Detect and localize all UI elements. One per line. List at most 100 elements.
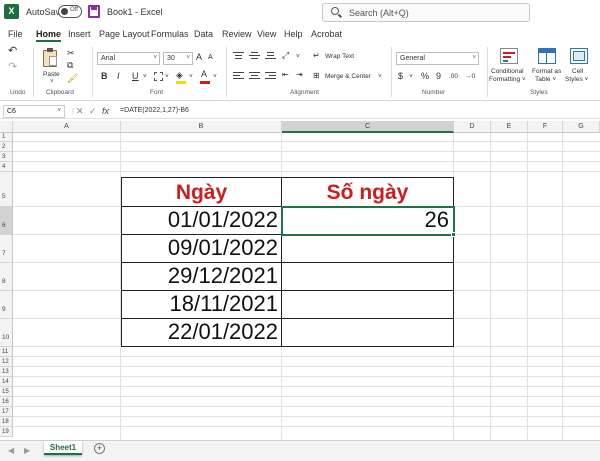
currency-button[interactable]: $: [398, 70, 403, 82]
header-cell-days[interactable]: Số ngày: [281, 177, 454, 207]
days-cell[interactable]: [281, 290, 454, 319]
undo-icon[interactable]: ↶: [8, 45, 17, 57]
chevron-down-icon[interactable]: ˅: [143, 72, 147, 81]
row-header[interactable]: 18: [0, 417, 13, 427]
align-center-icon[interactable]: [249, 71, 260, 81]
row-header[interactable]: 8: [0, 263, 13, 291]
prev-sheet-icon[interactable]: ◀: [8, 446, 14, 455]
days-cell[interactable]: [281, 318, 454, 347]
align-bottom-icon[interactable]: [265, 51, 276, 61]
tab-page-layout[interactable]: Page Layout: [99, 29, 150, 39]
font-name-select[interactable]: Arial ˅: [97, 52, 160, 65]
row-header[interactable]: 6: [0, 207, 13, 235]
tab-data[interactable]: Data: [194, 29, 213, 39]
orientation-icon[interactable]: ⤢: [282, 49, 289, 61]
row-header[interactable]: 14: [0, 377, 13, 387]
borders-icon[interactable]: [154, 72, 163, 81]
cell-styles-icon[interactable]: [570, 48, 588, 64]
percent-button[interactable]: %: [421, 70, 429, 82]
font-size-select[interactable]: 30 ˅: [163, 52, 193, 65]
row-header[interactable]: 10: [0, 319, 13, 347]
grow-font-icon[interactable]: A: [196, 51, 202, 63]
chevron-down-icon[interactable]: ˅: [378, 72, 382, 81]
number-format-select[interactable]: General ˅: [396, 52, 479, 65]
format-as-table-icon[interactable]: [538, 48, 556, 64]
date-cell[interactable]: 01/01/2022: [121, 206, 282, 235]
paste-dropdown-icon[interactable]: ˅: [50, 78, 54, 87]
tab-insert[interactable]: Insert: [68, 29, 91, 39]
days-cell[interactable]: [281, 234, 454, 263]
decrease-decimal-button[interactable]: →0: [465, 72, 475, 81]
insert-function-icon[interactable]: fx: [102, 106, 109, 116]
tab-home[interactable]: Home: [36, 29, 62, 42]
date-cell[interactable]: 29/12/2021: [121, 262, 282, 291]
bold-button[interactable]: B: [101, 70, 108, 82]
increase-decimal-button[interactable]: .00: [449, 72, 458, 81]
tab-review[interactable]: Review: [222, 29, 252, 39]
row-header[interactable]: 1: [0, 133, 13, 142]
row-header[interactable]: 11: [0, 347, 13, 357]
comma-style-button[interactable]: 9: [436, 70, 441, 82]
paste-icon[interactable]: [43, 48, 57, 67]
merge-center-icon[interactable]: ⊞: [313, 70, 320, 82]
row-header[interactable]: 2: [0, 142, 13, 152]
conditional-formatting-icon[interactable]: [500, 48, 518, 64]
row-header[interactable]: 5: [0, 172, 13, 207]
days-cell[interactable]: [281, 262, 454, 291]
font-color-icon[interactable]: A: [201, 68, 207, 80]
conditional-formatting-line2[interactable]: Formatting ˅: [489, 75, 526, 84]
wrap-text-button[interactable]: Wrap Text: [325, 52, 354, 61]
align-left-icon[interactable]: [233, 71, 244, 81]
chevron-down-icon[interactable]: ˅: [409, 72, 413, 81]
shrink-font-icon[interactable]: A: [208, 52, 213, 64]
copy-icon[interactable]: ⧉: [67, 59, 73, 71]
row-header[interactable]: 19: [0, 427, 13, 437]
row-header[interactable]: 4: [0, 162, 13, 172]
sheet-tab-sheet1[interactable]: Sheet1: [44, 441, 82, 455]
tab-formulas[interactable]: Formulas: [151, 29, 189, 39]
date-cell[interactable]: 09/01/2022: [121, 234, 282, 263]
wrap-text-icon[interactable]: ↵: [313, 50, 320, 62]
italic-button[interactable]: I: [117, 70, 120, 82]
row-header[interactable]: 15: [0, 387, 13, 397]
align-top-icon[interactable]: [233, 51, 244, 61]
row-header[interactable]: 12: [0, 357, 13, 367]
formula-input[interactable]: =DATE(2022,1,27)-B6: [120, 107, 189, 114]
row-header[interactable]: 3: [0, 152, 13, 162]
row-header[interactable]: 13: [0, 367, 13, 377]
column-header-d[interactable]: D: [454, 121, 491, 133]
tab-acrobat[interactable]: Acrobat: [311, 29, 342, 39]
tab-file[interactable]: File: [8, 29, 23, 39]
fill-handle[interactable]: [451, 232, 456, 237]
chevron-down-icon[interactable]: ˅: [189, 72, 193, 81]
merge-center-button[interactable]: Merge & Center: [325, 72, 371, 81]
tab-help[interactable]: Help: [284, 29, 303, 39]
cancel-icon[interactable]: ✕: [76, 106, 84, 117]
underline-button[interactable]: U: [132, 70, 139, 82]
chevron-down-icon[interactable]: ˅: [296, 52, 300, 61]
save-icon[interactable]: [88, 5, 100, 18]
column-header-g[interactable]: G: [563, 121, 600, 133]
add-sheet-icon[interactable]: +: [94, 443, 105, 454]
format-as-table-line2[interactable]: Table ˅: [535, 75, 556, 84]
row-header[interactable]: 17: [0, 407, 13, 417]
increase-indent-icon[interactable]: ⇥: [296, 69, 303, 81]
decrease-indent-icon[interactable]: ⇤: [282, 69, 289, 81]
row-header[interactable]: 9: [0, 291, 13, 319]
format-painter-icon[interactable]: 🖌: [67, 72, 78, 84]
align-right-icon[interactable]: [265, 71, 276, 81]
row-header[interactable]: 7: [0, 235, 13, 263]
date-cell[interactable]: 18/11/2021: [121, 290, 282, 319]
cut-icon[interactable]: ✂: [67, 47, 75, 59]
next-sheet-icon[interactable]: ▶: [24, 446, 30, 455]
column-header-b[interactable]: B: [121, 121, 282, 133]
header-cell-date[interactable]: Ngày: [121, 177, 282, 207]
chevron-down-icon[interactable]: ˅: [213, 72, 217, 81]
column-header-a[interactable]: A: [13, 121, 121, 133]
name-box[interactable]: C6 ˅: [3, 105, 65, 118]
enter-icon[interactable]: ✓: [89, 106, 97, 117]
fill-color-icon[interactable]: ◈: [176, 69, 183, 81]
select-all-corner[interactable]: [0, 121, 13, 133]
redo-icon[interactable]: ↷: [8, 61, 17, 73]
column-header-e[interactable]: E: [491, 121, 528, 133]
